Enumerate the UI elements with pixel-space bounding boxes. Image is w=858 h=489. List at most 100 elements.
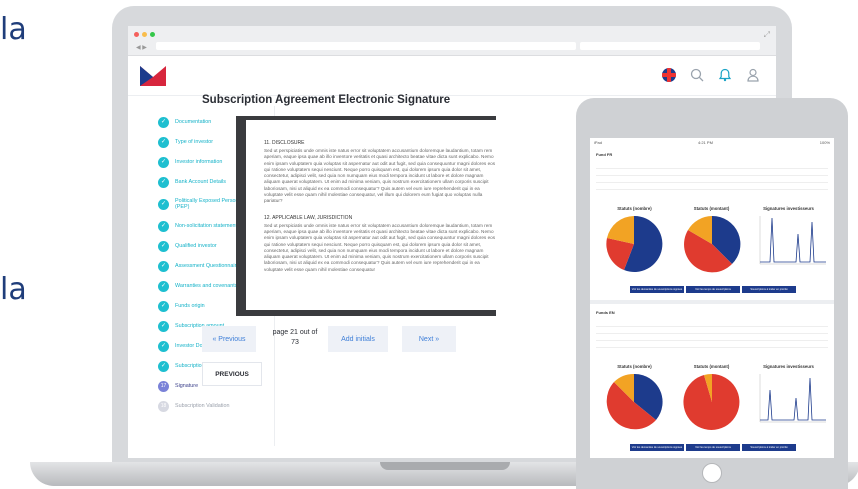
chart-title: Statuts (montant) bbox=[693, 206, 730, 211]
tablet-screen: iPad 4:21 PM 100% Fund FR Statuts (nombr… bbox=[590, 138, 834, 458]
previous-page-button[interactable]: « Previous bbox=[202, 326, 256, 352]
check-icon: ✓ bbox=[158, 220, 169, 232]
chart-title: Statuts (nombre) bbox=[617, 364, 652, 369]
section-text: Sed ut perspiciatis unde omnis iste natu… bbox=[264, 222, 496, 272]
chart-titles: Statuts (nombre) Statuts (montant) Signa… bbox=[596, 206, 828, 211]
step-label-line2: (PEP) bbox=[175, 204, 190, 210]
page-indicator-text: page 21 out of bbox=[272, 329, 318, 336]
pie-chart-amount bbox=[684, 215, 741, 273]
chart-titles: Statuts (nombre) Statuts (montant) Signa… bbox=[596, 364, 828, 369]
page-indicator: page 21 out of 73 bbox=[266, 328, 324, 348]
section-text: Sed ut perspiciatis unde omnis iste natu… bbox=[264, 148, 496, 204]
bell-icon[interactable] bbox=[718, 68, 732, 82]
step-label: Politically Exposed Person (PEP) bbox=[175, 198, 239, 210]
browser-search-bar[interactable] bbox=[580, 42, 760, 50]
line-chart-signatures bbox=[759, 216, 826, 265]
uk-flag-icon[interactable] bbox=[662, 68, 676, 82]
table-row bbox=[596, 340, 828, 347]
section-heading: 11. DISCLOSURE bbox=[264, 140, 305, 146]
signed-subscriptions-button[interactable]: Voir les demandes de souscriptions signé… bbox=[630, 286, 684, 293]
step-label: Assessment Questionnaire bbox=[175, 263, 240, 269]
check-icon: ✓ bbox=[158, 340, 169, 352]
laptop-notch bbox=[380, 462, 510, 470]
subscription-times-button[interactable]: Voir les temps de souscriptions bbox=[686, 444, 740, 451]
user-icon[interactable] bbox=[746, 68, 760, 82]
priority-subscriptions-button[interactable]: Souscriptions à traiter en priorité bbox=[742, 444, 796, 451]
step-label: Signature bbox=[175, 383, 199, 389]
nav-arrows-icon[interactable]: ◀ ▶ bbox=[136, 44, 147, 51]
close-dot-icon[interactable] bbox=[134, 32, 139, 37]
app-header bbox=[128, 56, 776, 96]
check-icon: ✓ bbox=[158, 136, 169, 148]
envelope-m-logo[interactable] bbox=[140, 66, 166, 86]
pie-chart-count bbox=[606, 373, 663, 430]
check-icon: ✓ bbox=[158, 320, 169, 332]
next-page-button[interactable]: Next » bbox=[402, 326, 456, 352]
priority-subscriptions-button[interactable]: Souscriptions à traiter en priorité bbox=[742, 286, 796, 293]
fullscreen-icon[interactable]: ⤢ bbox=[764, 30, 770, 40]
window-controls bbox=[134, 32, 155, 37]
fund-stats-table bbox=[596, 326, 828, 354]
step-label: Funds origin bbox=[175, 303, 205, 309]
page-indicator-total: 73 bbox=[291, 339, 299, 346]
check-icon: ✓ bbox=[158, 260, 169, 272]
check-icon: ✓ bbox=[158, 156, 169, 168]
subscription-times-button[interactable]: Voir les temps de souscriptions bbox=[686, 286, 740, 293]
add-initials-button[interactable]: Add initials bbox=[328, 326, 388, 352]
check-icon: ✓ bbox=[158, 116, 169, 128]
step-label: Type of investor bbox=[175, 139, 214, 145]
browser-toolbar: ◀ ▶ ⤢ bbox=[128, 26, 776, 56]
fund-stats-table bbox=[596, 168, 828, 196]
step-label: Warranties and covenants bbox=[175, 283, 238, 289]
document-pager: « Previous page 21 out of 73 Add initial… bbox=[202, 326, 502, 410]
home-button-icon[interactable] bbox=[702, 463, 722, 483]
url-bar[interactable] bbox=[156, 42, 576, 50]
table-row bbox=[596, 326, 828, 333]
step-number: 18 bbox=[158, 400, 169, 412]
table-row bbox=[596, 175, 828, 182]
table-row bbox=[596, 168, 828, 175]
step-label: Qualified investor bbox=[175, 243, 217, 249]
device-label: iPad bbox=[594, 140, 603, 145]
check-icon: ✓ bbox=[158, 300, 169, 312]
tablet-status-bar: iPad 4:21 PM 100% bbox=[590, 138, 834, 146]
pie-chart-count bbox=[606, 215, 663, 272]
chart-title: Statuts (montant) bbox=[693, 364, 730, 369]
page-title: Subscription Agreement Electronic Signat… bbox=[202, 94, 451, 106]
fund-actions: Voir les demandes de souscriptions signé… bbox=[630, 286, 796, 293]
cropped-heading-text: la bbox=[0, 12, 27, 47]
step-label: Documentation bbox=[175, 119, 212, 125]
chart-title: Signatures investisseurs bbox=[763, 364, 814, 369]
battery-level: 100% bbox=[819, 140, 830, 145]
check-icon: ✓ bbox=[158, 176, 169, 188]
line-chart-signatures bbox=[759, 374, 826, 423]
pie-chart-amount bbox=[683, 373, 740, 430]
chart-title: Statuts (nombre) bbox=[617, 206, 652, 211]
chart-title: Signatures investisseurs bbox=[763, 206, 814, 211]
table-row bbox=[596, 189, 828, 196]
step-label: Investor information bbox=[175, 159, 223, 165]
check-icon: ✓ bbox=[158, 240, 169, 252]
document-page[interactable]: 11. DISCLOSURE Sed ut perspiciatis unde … bbox=[246, 120, 506, 310]
fund-title: Funds EN bbox=[596, 310, 615, 315]
table-row bbox=[596, 333, 828, 340]
step-label: Non-solicitation statement bbox=[175, 223, 238, 229]
status-time: 4:21 PM bbox=[698, 140, 713, 145]
previous-step-button[interactable]: PREVIOUS bbox=[202, 362, 262, 386]
step-number: 17 bbox=[158, 380, 169, 392]
section-divider bbox=[590, 300, 834, 304]
maximize-dot-icon[interactable] bbox=[150, 32, 155, 37]
table-row bbox=[596, 347, 828, 354]
check-icon: ✓ bbox=[158, 280, 169, 292]
table-row bbox=[596, 182, 828, 189]
step-label: Bank Account Details bbox=[175, 179, 226, 185]
check-icon: ✓ bbox=[158, 360, 169, 372]
minimize-dot-icon[interactable] bbox=[142, 32, 147, 37]
fund-title: Fund FR bbox=[596, 152, 613, 157]
signed-subscriptions-button[interactable]: Voir les demandes de souscriptions signé… bbox=[630, 444, 684, 451]
fund-actions: Voir les demandes de souscriptions signé… bbox=[630, 444, 796, 451]
section-heading: 12. APPLICABLE LAW, JURISDICTION bbox=[264, 214, 353, 221]
check-icon: ✓ bbox=[158, 198, 169, 210]
search-icon[interactable] bbox=[690, 68, 704, 82]
cropped-heading-text: la bbox=[0, 272, 27, 307]
